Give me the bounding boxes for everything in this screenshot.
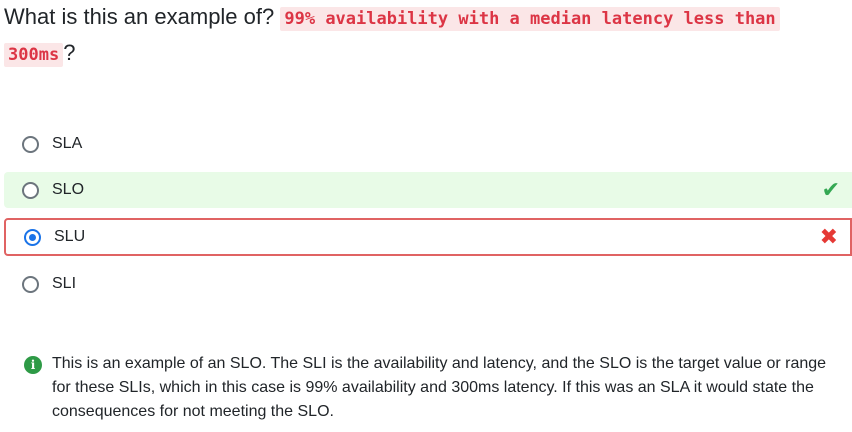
checkmark-icon: ✔ [821, 177, 840, 202]
quiz-question-page: What is this an example of? 99% availabi… [0, 0, 852, 432]
radio-button[interactable] [22, 135, 39, 153]
question-code-line1: 99% availability with a median latency l… [280, 7, 780, 31]
answer-options: SLA SLO ✔ SLU ✖ SLI [4, 126, 852, 312]
question-prefix: What is this an example of? [4, 4, 275, 29]
option-label: SLO [52, 181, 85, 198]
option-label: SLI [52, 275, 77, 292]
option-sli[interactable]: SLI [4, 266, 852, 302]
option-slo[interactable]: SLO ✔ [4, 172, 852, 208]
option-sla[interactable]: SLA [4, 126, 852, 162]
question-text: What is this an example of? 99% availabi… [4, 0, 852, 72]
option-label: SLA [52, 135, 83, 152]
radio-button[interactable] [22, 275, 39, 293]
option-slu[interactable]: SLU ✖ [4, 218, 852, 256]
radio-button[interactable] [22, 181, 39, 199]
question-code-line2: 300ms [4, 43, 64, 67]
info-icon: i [24, 356, 42, 374]
option-label: SLU [54, 228, 86, 245]
radio-button-selected[interactable] [24, 228, 41, 246]
cross-icon: ✖ [819, 224, 838, 249]
question-suffix: ? [63, 40, 76, 65]
explanation-text: This is an example of an SLO. The SLI is… [52, 355, 827, 420]
radio-dot [29, 233, 36, 241]
